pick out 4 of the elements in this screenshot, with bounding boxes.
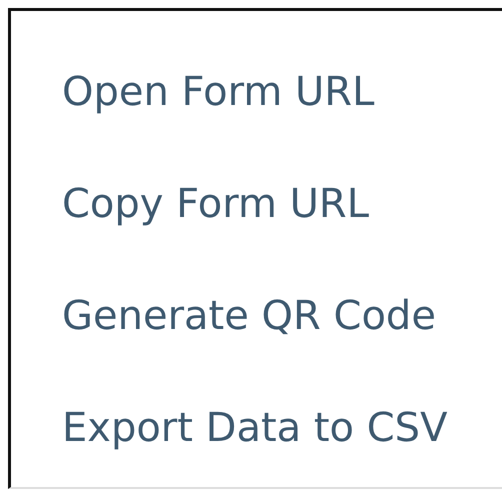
menu-item[interactable]: Export Data to CSV: [62, 401, 448, 455]
menu-item[interactable]: Generate QR Code: [62, 289, 436, 343]
menu-item[interactable]: Open Form URL: [62, 65, 374, 119]
menu-item[interactable]: Copy Form URL: [62, 177, 370, 231]
